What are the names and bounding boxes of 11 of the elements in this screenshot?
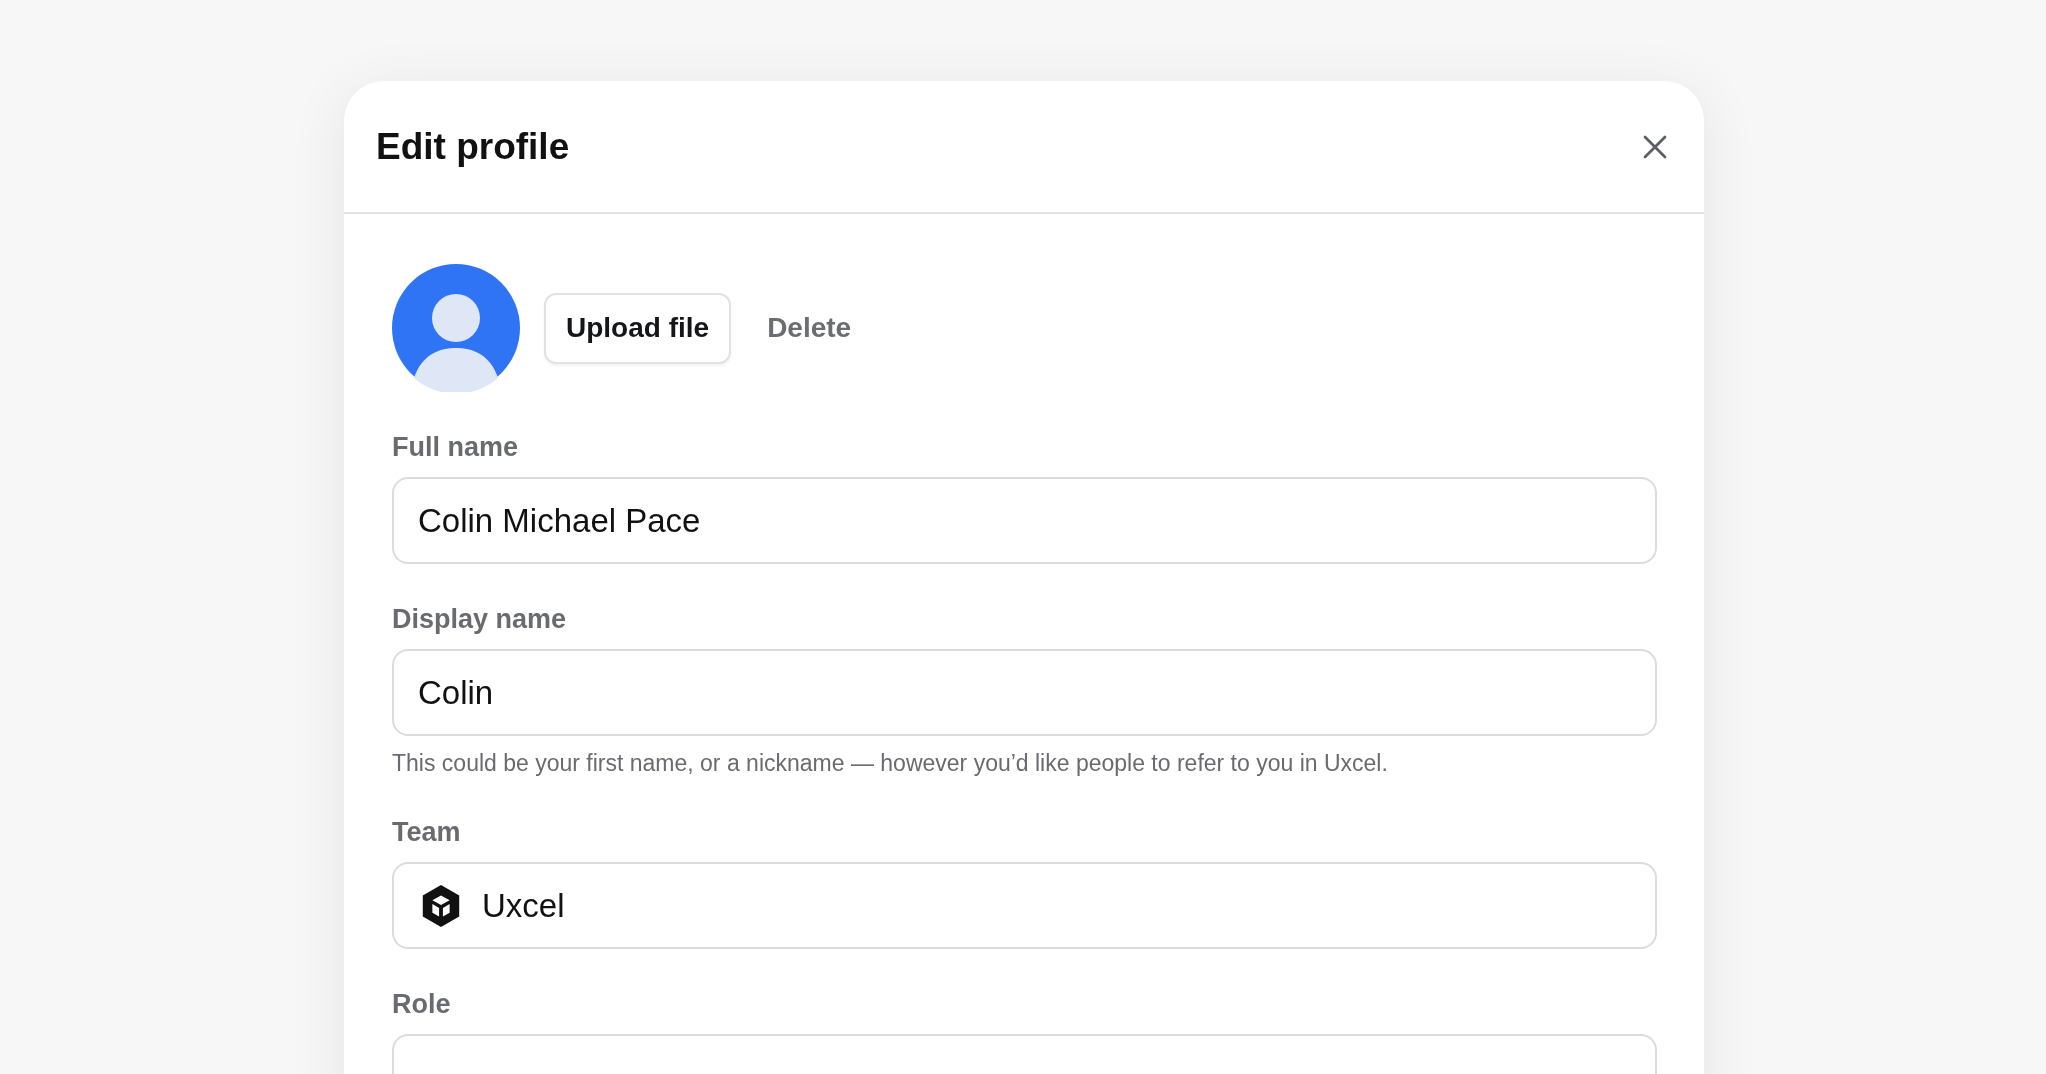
text-field[interactable]: Colin Michael Pace	[392, 477, 1657, 564]
field-label: Role	[392, 989, 452, 1020]
dialog-title: Edit profile	[376, 125, 570, 168]
team-select[interactable]: Uxcel	[392, 862, 1657, 949]
text-field[interactable]: Colin	[392, 649, 1657, 736]
upload-file-button[interactable]: Upload file	[544, 292, 732, 364]
field-label: Full name	[392, 432, 520, 463]
field-label: Display name	[392, 604, 568, 635]
field-label: Team	[392, 817, 462, 848]
delete-button[interactable]: Delete	[755, 312, 864, 344]
help-text: This could be your first name, or a nickname — however you’d like people to refer to you in Uxcel.	[392, 750, 1389, 777]
